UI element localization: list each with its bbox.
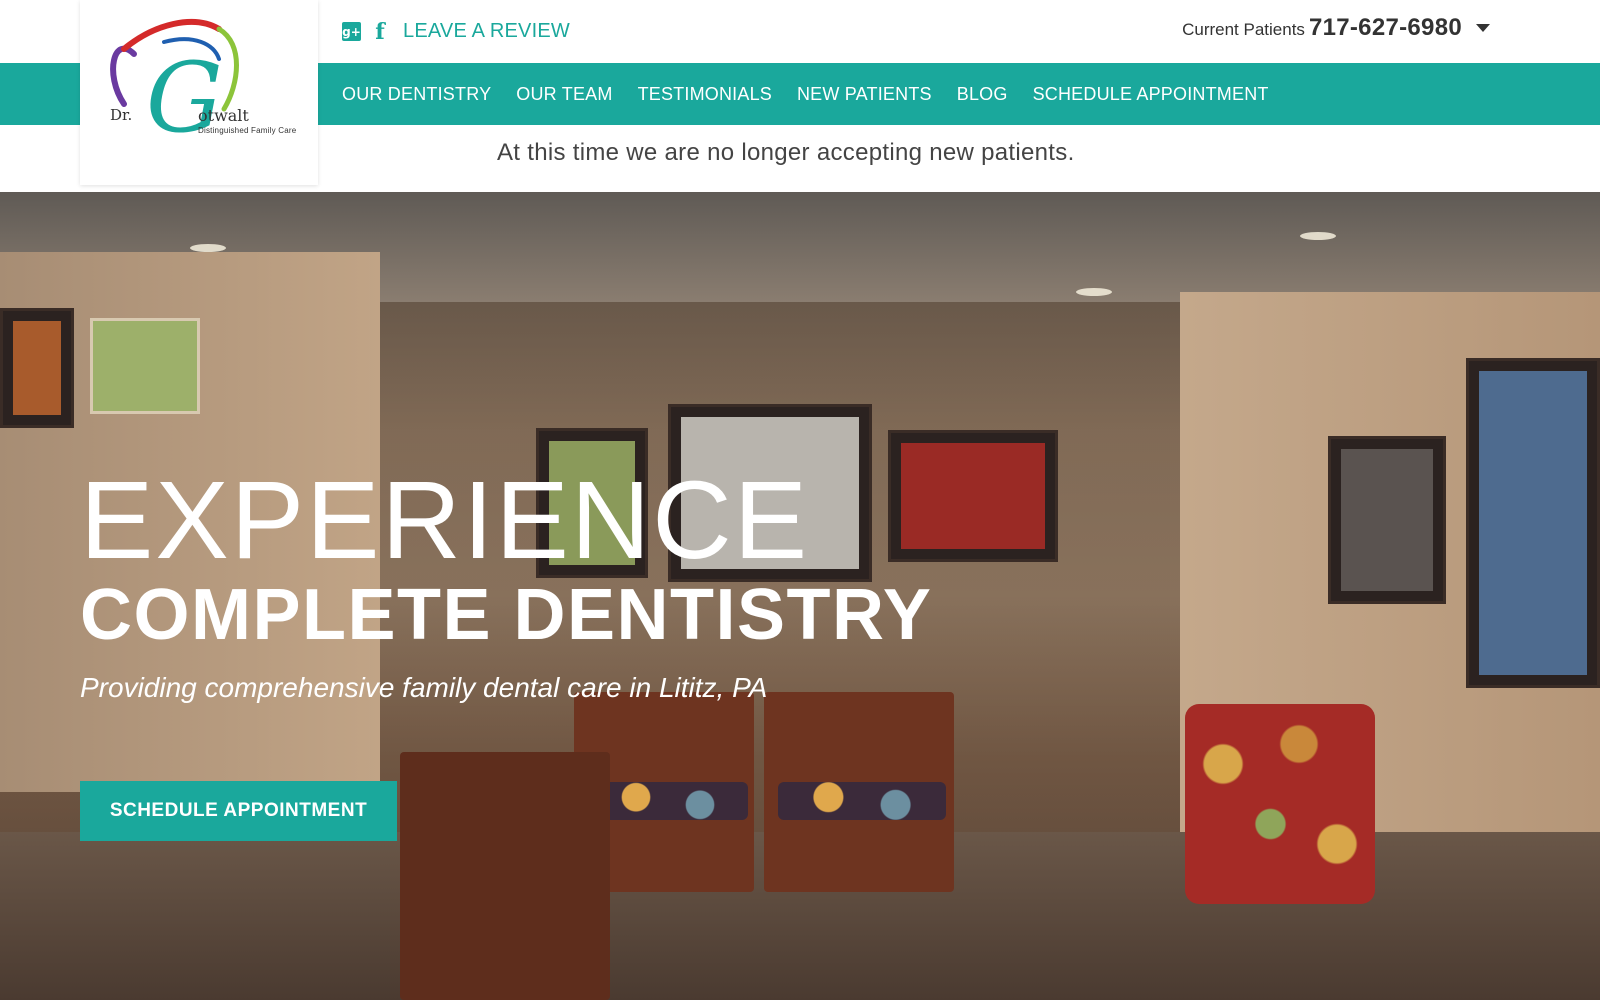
leave-review-link[interactable]: LEAVE A REVIEW	[403, 20, 570, 43]
facebook-icon[interactable]: f	[373, 21, 387, 43]
nav-item-new-patients[interactable]: NEW PATIENTS	[797, 84, 932, 105]
logo-name: otwalt	[198, 106, 249, 125]
nav-items: OUR DENTISTRY OUR TEAM TESTIMONIALS NEW …	[342, 63, 1269, 125]
hero-heading: EXPERIENCE	[80, 459, 810, 582]
phone-block[interactable]: Current Patients 717-627-6980	[1182, 14, 1490, 42]
nav-item-testimonials[interactable]: TESTIMONIALS	[638, 84, 772, 105]
schedule-appointment-button[interactable]: SCHEDULE APPOINTMENT	[80, 781, 397, 841]
wall-frame	[1466, 358, 1600, 688]
hero-subheading: COMPLETE DENTISTRY	[80, 575, 933, 655]
google-plus-icon[interactable]: g+	[342, 22, 361, 41]
notice-text: At this time we are no longer accepting …	[497, 139, 1075, 166]
phone-number[interactable]: 717-627-6980	[1309, 14, 1462, 42]
nav-item-blog[interactable]: BLOG	[957, 84, 1008, 105]
nav-item-our-team[interactable]: OUR TEAM	[516, 84, 612, 105]
nav-item-our-dentistry[interactable]: OUR DENTISTRY	[342, 84, 491, 105]
hero-section: EXPERIENCE COMPLETE DENTISTRY Providing …	[0, 192, 1600, 1000]
site-logo[interactable]: G Dr. otwalt Distinguished Family Care	[80, 0, 318, 185]
nav-item-schedule-appointment[interactable]: SCHEDULE APPOINTMENT	[1033, 84, 1269, 105]
hero-content: EXPERIENCE COMPLETE DENTISTRY Providing …	[80, 192, 1080, 1000]
hero-tagline: Providing comprehensive family dental ca…	[80, 672, 768, 703]
ceiling-light	[1300, 232, 1336, 240]
phone-label: Current Patients	[1182, 20, 1305, 39]
wall-frame	[0, 308, 74, 428]
social-links: g+ f LEAVE A REVIEW	[342, 20, 570, 43]
logo-tagline: Distinguished Family Care	[198, 126, 297, 135]
logo-dr: Dr.	[110, 106, 133, 124]
chevron-down-icon[interactable]	[1476, 24, 1490, 32]
ceiling-light	[1076, 288, 1112, 296]
wall-frame	[1328, 436, 1446, 604]
armchair	[1185, 704, 1375, 904]
